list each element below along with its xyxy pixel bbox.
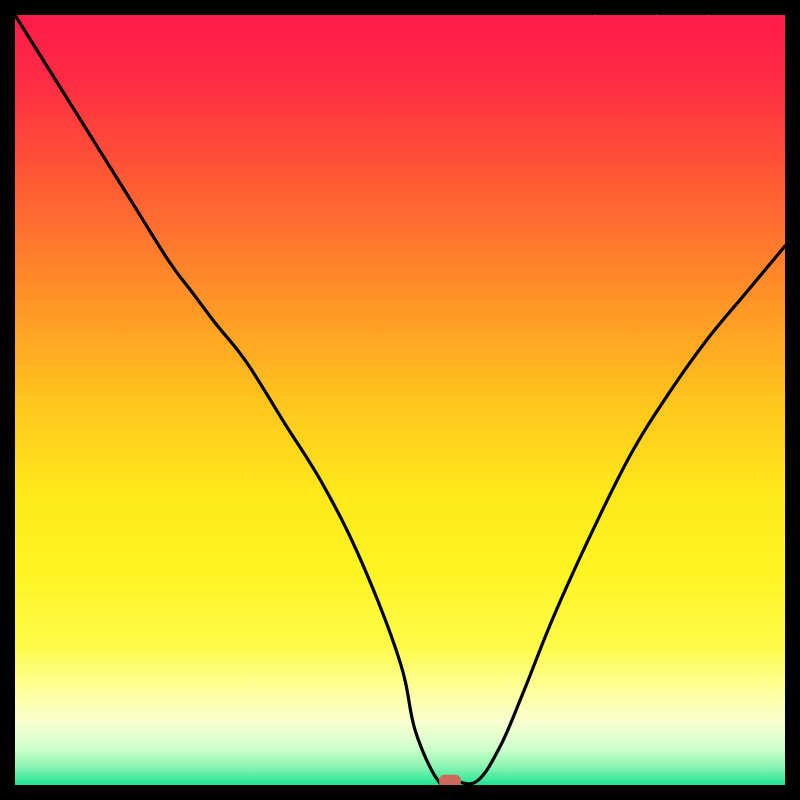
optimal-marker	[439, 775, 461, 785]
chart-background	[15, 15, 785, 785]
bottleneck-chart	[15, 15, 785, 785]
chart-frame: TheBottlenecker.com	[15, 15, 785, 785]
